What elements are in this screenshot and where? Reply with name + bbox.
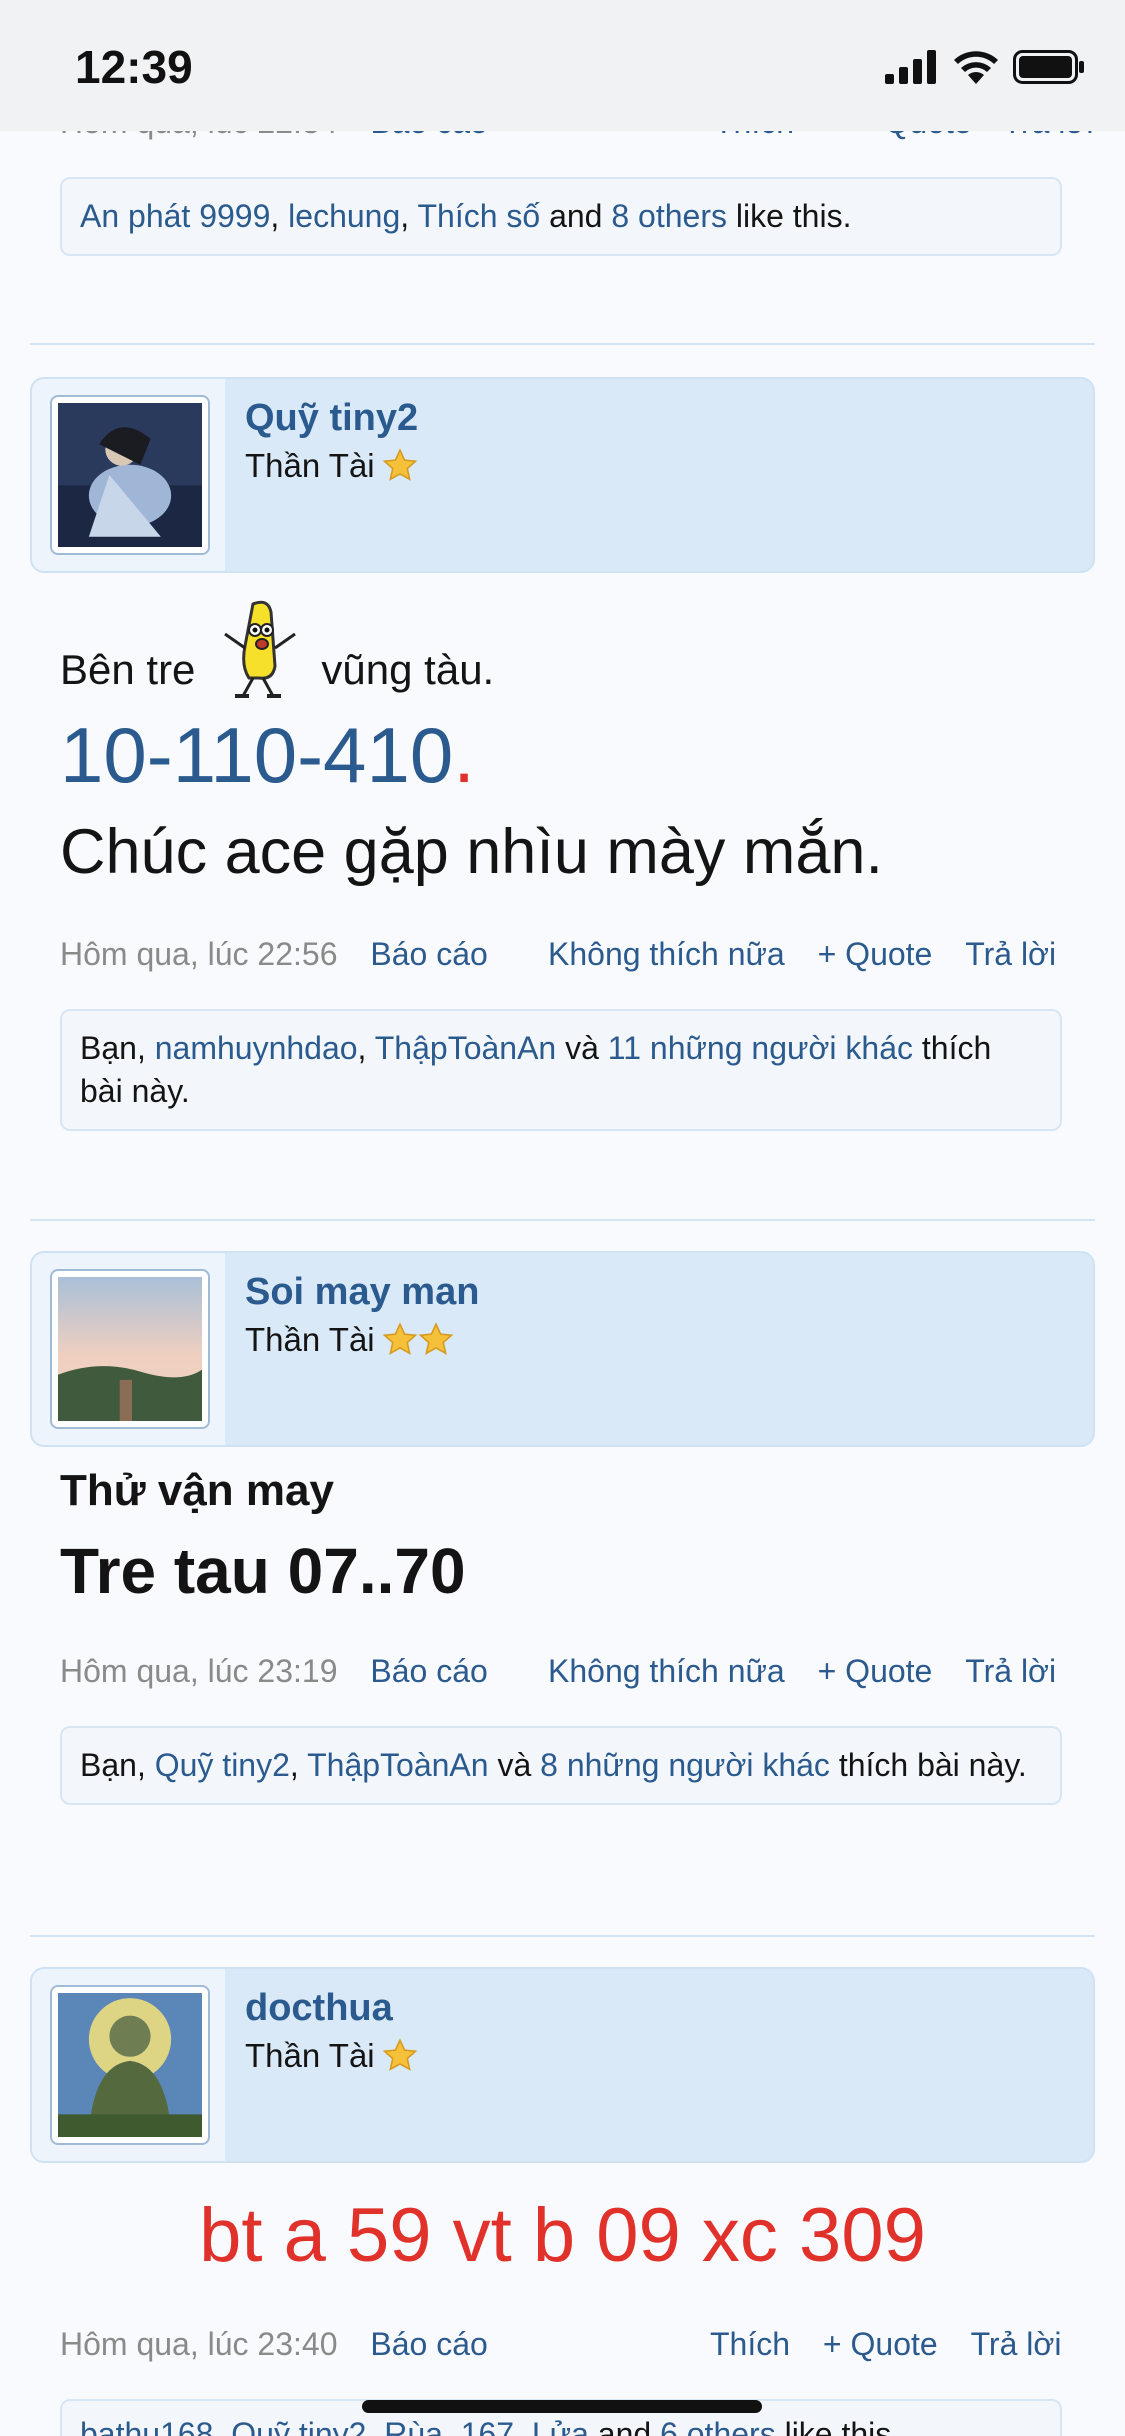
post1-meta-left: Hôm qua, lúc 22:56 Báo cáo [60,936,488,973]
post2-meta-left: Hôm qua, lúc 23:19 Báo cáo [60,1653,488,1690]
post1-date: Hôm qua, lúc 22:56 [60,936,338,972]
star-icon [418,1322,454,1355]
liker-link[interactable]: lechung [288,198,400,234]
post3-reply-link[interactable]: Trả lời [971,2326,1062,2362]
post2-likes-summary: Bạn, Quỹ tiny2, ThậpToànAn và 8 những ng… [60,1726,1062,1805]
post1-likes-summary: Bạn, namhuynhdao, ThậpToànAn và 11 những… [60,1009,1062,1131]
post-separator [30,1935,1095,1937]
post1-numbers: 10-110-410. [60,711,475,799]
post2-username[interactable]: Soi may man [245,1271,479,1314]
post1-user-title: Thần Tài [245,447,419,485]
post2-reply-link[interactable]: Trả lời [965,1653,1056,1689]
dancing-banana-icon [224,600,297,698]
post2-avatar[interactable] [50,1269,210,1429]
post2-line1: Thử vận may [60,1466,334,1515]
star-icon [382,448,418,481]
post1-username[interactable]: Quỹ tiny2 [245,397,418,440]
others-link[interactable]: 6 others [660,2416,776,2436]
post2-unlike-link[interactable]: Không thích nữa [548,1653,785,1689]
star-icon [382,2038,418,2071]
post1-body-line1: Bên tre vũng tàu. [60,590,494,700]
liker-link[interactable]: ThậpToànAn [375,1030,556,1066]
post1-quote-link[interactable]: + Quote [818,936,933,972]
wifi-icon [954,51,998,84]
post1-report-link[interactable]: Báo cáo [370,936,487,972]
signal-icon [885,50,936,84]
star-icon [382,1322,418,1355]
post3-user-title: Thần Tài [245,2037,419,2075]
post1-avatar[interactable] [50,395,210,555]
post-separator [30,343,1095,345]
post1-wish: Chúc ace gặp nhìu mày mắn. [60,817,883,887]
post2-meta-right: Không thích nữa + Quote Trả lời [548,1653,1056,1690]
post0-likes-summary: An phát 9999, lechung, Thích số and 8 ot… [60,177,1062,256]
post-separator [30,1219,1095,1221]
post2-report-link[interactable]: Báo cáo [370,1653,487,1689]
post2-user-title: Thần Tài [245,1321,455,1359]
post2-quote-link[interactable]: + Quote [818,1653,933,1689]
post2-date: Hôm qua, lúc 23:19 [60,1653,338,1689]
liker-link[interactable]: Lửa [532,2416,589,2436]
others-link[interactable]: 8 others [611,198,727,234]
post1-meta-right: Không thích nữa + Quote Trả lời [548,936,1056,973]
post3-meta-right: Thích + Quote Trả lời [710,2326,1061,2363]
home-indicator[interactable] [362,2400,762,2413]
liker-link[interactable]: Quỹ tiny2 [155,1747,290,1783]
others-link[interactable]: 11 những người khác [608,1030,913,1066]
others-link[interactable]: 8 những người khác [540,1747,830,1783]
post3-report-link[interactable]: Báo cáo [370,2326,487,2362]
liker-link[interactable]: Rùa_167 [384,2416,514,2436]
liker-link[interactable]: ThậpToànAn [307,1747,488,1783]
post3-date: Hôm qua, lúc 23:40 [60,2326,338,2362]
post2-user-header: Soi may man Thần Tài [30,1251,1095,1447]
liker-link[interactable]: namhuynhdao [155,1030,358,1066]
post1-user-header: Quỹ tiny2 Thần Tài [30,377,1095,573]
liker-link[interactable]: An phát 9999 [80,198,270,234]
liker-link[interactable]: Thích số [417,198,540,234]
post3-avatar[interactable] [50,1985,210,2145]
post1-unlike-link[interactable]: Không thích nữa [548,936,785,972]
post3-like-link[interactable]: Thích [710,2326,790,2362]
post3-quote-link[interactable]: + Quote [823,2326,938,2362]
liker-link[interactable]: Quỹ tiny2 [231,2416,366,2436]
post2-line2: Tre tau 07..70 [60,1535,466,1607]
status-time: 12:39 [75,41,193,93]
battery-icon [1013,50,1084,84]
post3-username[interactable]: docthua [245,1987,393,2030]
post3-meta-left: Hôm qua, lúc 23:40 Báo cáo [60,2326,488,2363]
post3-body: bt a 59 vt b 09 xc 309 [199,2193,926,2278]
post3-user-header: docthua Thần Tài [30,1967,1095,2163]
post1-reply-link[interactable]: Trả lời [965,936,1056,972]
status-bar: 12:39 [0,0,1125,131]
liker-link[interactable]: bathu168 [80,2416,213,2436]
